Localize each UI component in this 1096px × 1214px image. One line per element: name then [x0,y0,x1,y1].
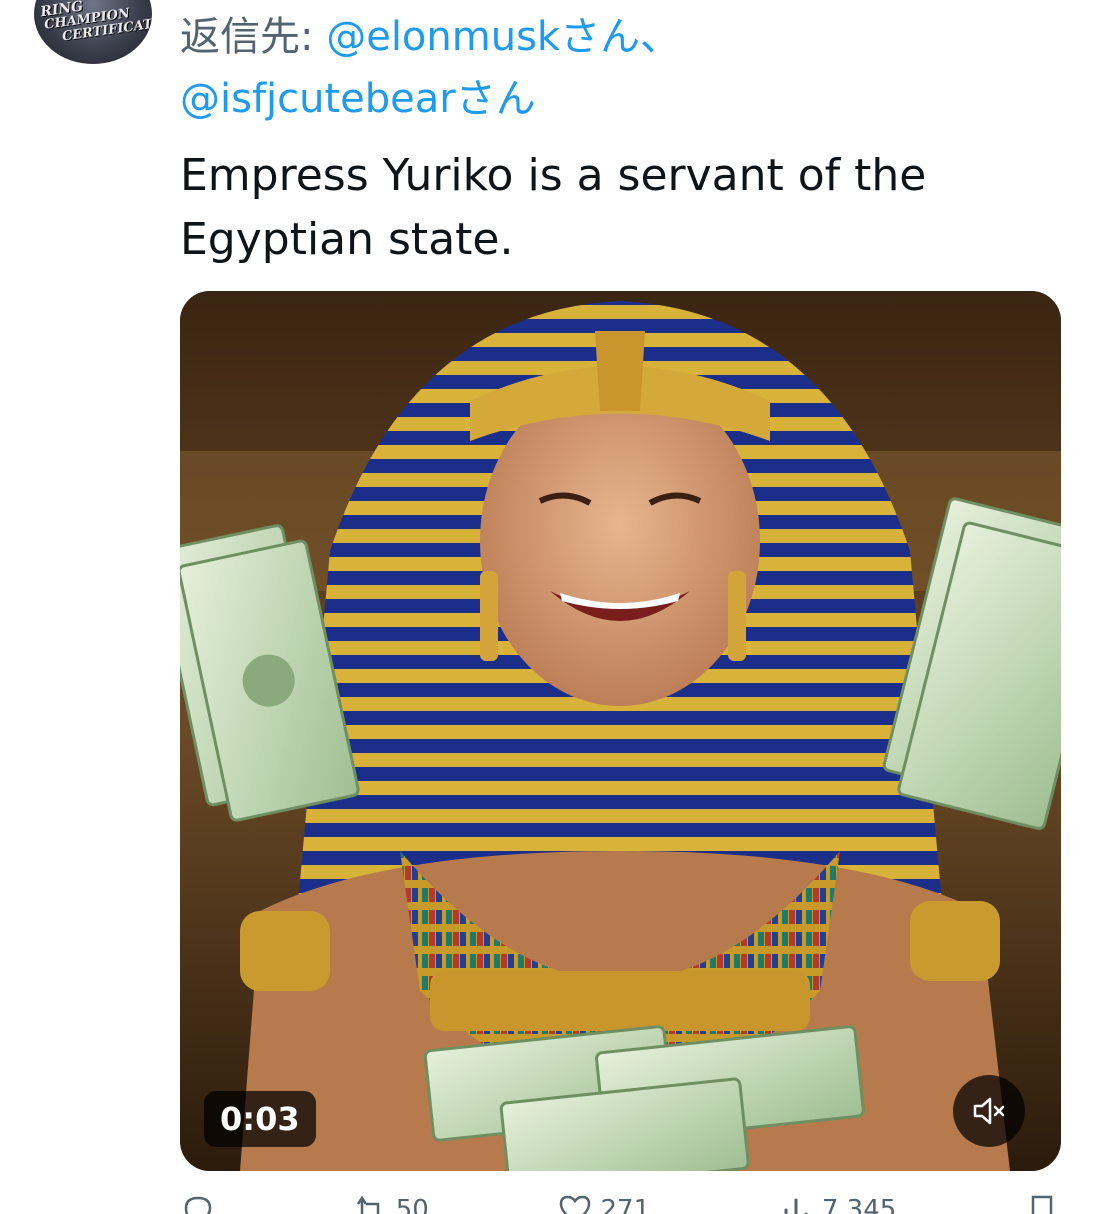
mention-elonmusk[interactable]: @elonmuskさん [326,14,640,60]
bookmark-button[interactable] [1024,1190,1060,1214]
like-count: 271 [600,1195,651,1214]
mention-isfjcutebear[interactable]: @isfjcutebearさん [180,76,536,122]
retweet-count: 50 [395,1195,429,1214]
reply-prefix: 返信先: [180,14,327,60]
reply-icon [184,1196,212,1214]
reply-to-line: 返信先: @elonmuskさん、 @isfjcutebearさん [180,6,1060,130]
avatar[interactable]: RING CHAMPION CERTIFICAT [34,0,152,64]
video-player[interactable]: 0:03 [180,291,1061,1171]
tweet: RING CHAMPION CERTIFICAT 返信先: @elonmuskさ… [0,0,1096,1214]
volume-muted-icon [973,1097,1005,1125]
video-frame [180,291,1061,1171]
retweet-icon [356,1195,379,1214]
bookmark-icon [1031,1195,1053,1214]
like-button[interactable]: 271 [557,1190,651,1214]
mention-separator: 、 [640,14,681,60]
tweet-text: Empress Yuriko is a servant of the Egypt… [180,150,927,265]
views-button[interactable]: 7,345 [778,1190,896,1214]
views-chart-icon [784,1198,808,1214]
avatar-logo-text: RING CHAMPION CERTIFICAT [36,0,152,48]
mute-toggle-button[interactable] [953,1075,1025,1147]
heart-icon [559,1195,590,1214]
views-count: 7,345 [821,1195,897,1214]
retweet-button[interactable]: 50 [352,1190,429,1214]
reply-button[interactable] [180,1190,224,1214]
video-duration-badge: 0:03 [204,1091,316,1147]
tweet-action-bar: 50 271 7,345 [180,1190,1060,1214]
